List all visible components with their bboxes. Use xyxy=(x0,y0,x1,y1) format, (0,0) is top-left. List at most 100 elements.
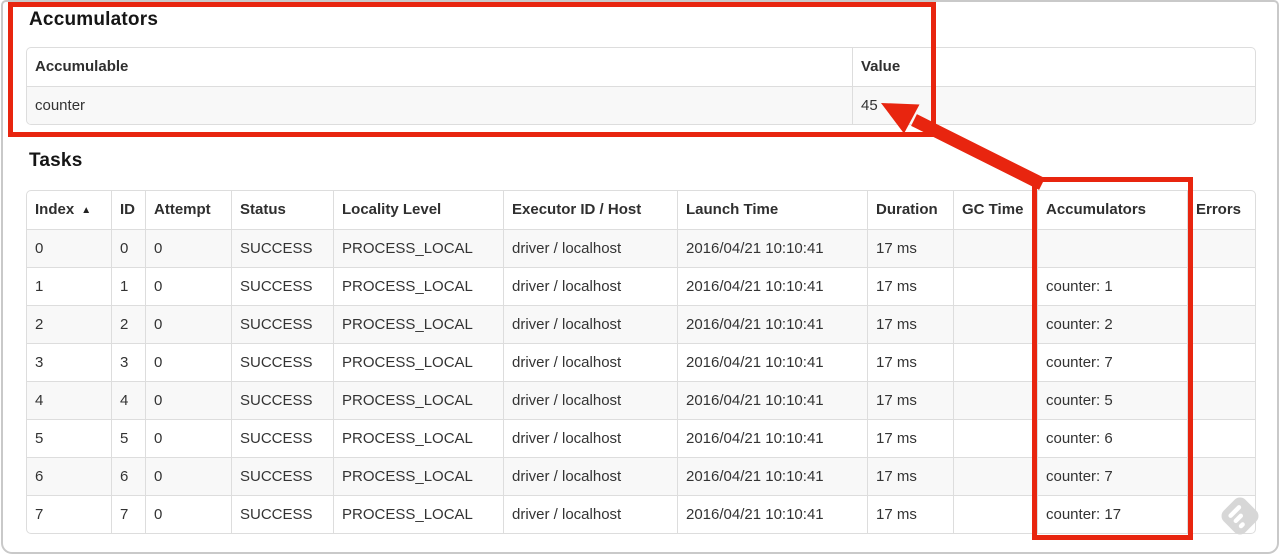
accumulable-row: counter 45 xyxy=(27,86,1255,124)
column-header-accumulators[interactable]: Accumulators xyxy=(1037,191,1187,229)
cell-status: SUCCESS xyxy=(231,419,333,457)
cell-duration: 17 ms xyxy=(867,305,953,343)
cell-index: 1 xyxy=(27,267,111,305)
cell-accumulators: counter: 1 xyxy=(1037,267,1187,305)
cell-gc-time xyxy=(953,343,1037,381)
cell-gc-time xyxy=(953,305,1037,343)
cell-executor-id-host: driver / localhost xyxy=(503,457,677,495)
cell-executor-id-host: driver / localhost xyxy=(503,305,677,343)
accumulable-column-header: Accumulable xyxy=(35,58,129,75)
cell-errors xyxy=(1187,229,1255,267)
cell-launch-time: 2016/04/21 10:10:41 xyxy=(677,381,867,419)
cell-launch-time: 2016/04/21 10:10:41 xyxy=(677,495,867,533)
cell-executor-id-host: driver / localhost xyxy=(503,419,677,457)
tasks-header-row: Index ▲ ID Attempt Status Locality Level … xyxy=(27,191,1255,229)
cell-duration: 17 ms xyxy=(867,267,953,305)
cell-id: 1 xyxy=(111,267,145,305)
cell-duration: 17 ms xyxy=(867,457,953,495)
column-header-index[interactable]: Index ▲ xyxy=(27,191,111,229)
cell-accumulable-name: counter xyxy=(27,86,852,124)
cell-locality-level: PROCESS_LOCAL xyxy=(333,305,503,343)
cell-attempt: 0 xyxy=(145,495,231,533)
cell-launch-time: 2016/04/21 10:10:41 xyxy=(677,419,867,457)
cell-attempt: 0 xyxy=(145,305,231,343)
sort-ascending-icon: ▲ xyxy=(81,204,92,216)
cell-gc-time xyxy=(953,381,1037,419)
cell-status: SUCCESS xyxy=(231,267,333,305)
cell-locality-level: PROCESS_LOCAL xyxy=(333,419,503,457)
cell-index: 2 xyxy=(27,305,111,343)
cell-duration: 17 ms xyxy=(867,381,953,419)
column-header-status[interactable]: Status xyxy=(231,191,333,229)
accumulators-header-row: Accumulable Value xyxy=(27,48,1255,86)
accumulators-table: Accumulable Value counter 45 xyxy=(26,47,1256,125)
cell-status: SUCCESS xyxy=(231,381,333,419)
cell-status: SUCCESS xyxy=(231,495,333,533)
cell-accumulators xyxy=(1037,229,1187,267)
cell-accumulators: counter: 7 xyxy=(1037,457,1187,495)
cell-gc-time xyxy=(953,495,1037,533)
cell-duration: 17 ms xyxy=(867,229,953,267)
cell-executor-id-host: driver / localhost xyxy=(503,343,677,381)
cell-index: 6 xyxy=(27,457,111,495)
column-header-id[interactable]: ID xyxy=(111,191,145,229)
cell-duration: 17 ms xyxy=(867,343,953,381)
task-row: 5 5 0 SUCCESS PROCESS_LOCAL driver / localhos… xyxy=(27,419,1255,457)
task-row: 4 4 0 SUCCESS PROCESS_LOCAL driver / localhos… xyxy=(27,381,1255,419)
cell-attempt: 0 xyxy=(145,457,231,495)
column-header-locality-level[interactable]: Locality Level xyxy=(333,191,503,229)
cell-gc-time xyxy=(953,267,1037,305)
cell-id: 5 xyxy=(111,419,145,457)
task-row: 7 7 0 SUCCESS PROCESS_LOCAL driver / localhos… xyxy=(27,495,1255,533)
cell-status: SUCCESS xyxy=(231,305,333,343)
cell-locality-level: PROCESS_LOCAL xyxy=(333,495,503,533)
task-row: 0 0 0 SUCCESS PROCESS_LOCAL driver / localhos… xyxy=(27,229,1255,267)
column-header-index-label: Index xyxy=(35,200,75,218)
column-header-duration[interactable]: Duration xyxy=(867,191,953,229)
cell-id: 7 xyxy=(111,495,145,533)
cell-id: 4 xyxy=(111,381,145,419)
accumulators-section-title: Accumulators xyxy=(29,9,159,30)
cell-status: SUCCESS xyxy=(231,229,333,267)
cell-id: 6 xyxy=(111,457,145,495)
cell-id: 0 xyxy=(111,229,145,267)
tasks-table-body: 0 0 0 SUCCESS PROCESS_LOCAL driver / localhos… xyxy=(27,229,1255,533)
cell-id: 2 xyxy=(111,305,145,343)
task-row: 6 6 0 SUCCESS PROCESS_LOCAL driver / localhos… xyxy=(27,457,1255,495)
column-header-launch-time[interactable]: Launch Time xyxy=(677,191,867,229)
cell-errors xyxy=(1187,305,1255,343)
cell-accumulators: counter: 5 xyxy=(1037,381,1187,419)
value-column-header: Value xyxy=(852,48,1255,86)
cell-locality-level: PROCESS_LOCAL xyxy=(333,229,503,267)
cell-locality-level: PROCESS_LOCAL xyxy=(333,267,503,305)
cell-attempt: 0 xyxy=(145,267,231,305)
cell-errors xyxy=(1187,267,1255,305)
cell-gc-time xyxy=(953,457,1037,495)
cell-duration: 17 ms xyxy=(867,419,953,457)
cell-index: 0 xyxy=(27,229,111,267)
cell-status: SUCCESS xyxy=(231,343,333,381)
cell-accumulators: counter: 2 xyxy=(1037,305,1187,343)
cell-accumulators: counter: 17 xyxy=(1037,495,1187,533)
column-header-errors[interactable]: Errors xyxy=(1187,191,1255,229)
tasks-table: Index ▲ ID Attempt Status Locality Level … xyxy=(26,190,1256,534)
cell-attempt: 0 xyxy=(145,343,231,381)
cell-accumulators: counter: 6 xyxy=(1037,419,1187,457)
cell-index: 7 xyxy=(27,495,111,533)
cell-status: SUCCESS xyxy=(231,457,333,495)
task-row: 1 1 0 SUCCESS PROCESS_LOCAL driver / localhos… xyxy=(27,267,1255,305)
cell-executor-id-host: driver / localhost xyxy=(503,229,677,267)
cell-errors xyxy=(1187,419,1255,457)
column-header-attempt[interactable]: Attempt xyxy=(145,191,231,229)
cell-index: 4 xyxy=(27,381,111,419)
column-header-executor-id-host[interactable]: Executor ID / Host xyxy=(503,191,677,229)
cell-index: 3 xyxy=(27,343,111,381)
cell-accumulable-value: 45 xyxy=(852,86,1255,124)
cell-executor-id-host: driver / localhost xyxy=(503,381,677,419)
cell-launch-time: 2016/04/21 10:10:41 xyxy=(677,229,867,267)
cell-duration: 17 ms xyxy=(867,495,953,533)
cell-gc-time xyxy=(953,229,1037,267)
cell-attempt: 0 xyxy=(145,229,231,267)
column-header-gc-time[interactable]: GC Time xyxy=(953,191,1037,229)
cell-errors xyxy=(1187,457,1255,495)
